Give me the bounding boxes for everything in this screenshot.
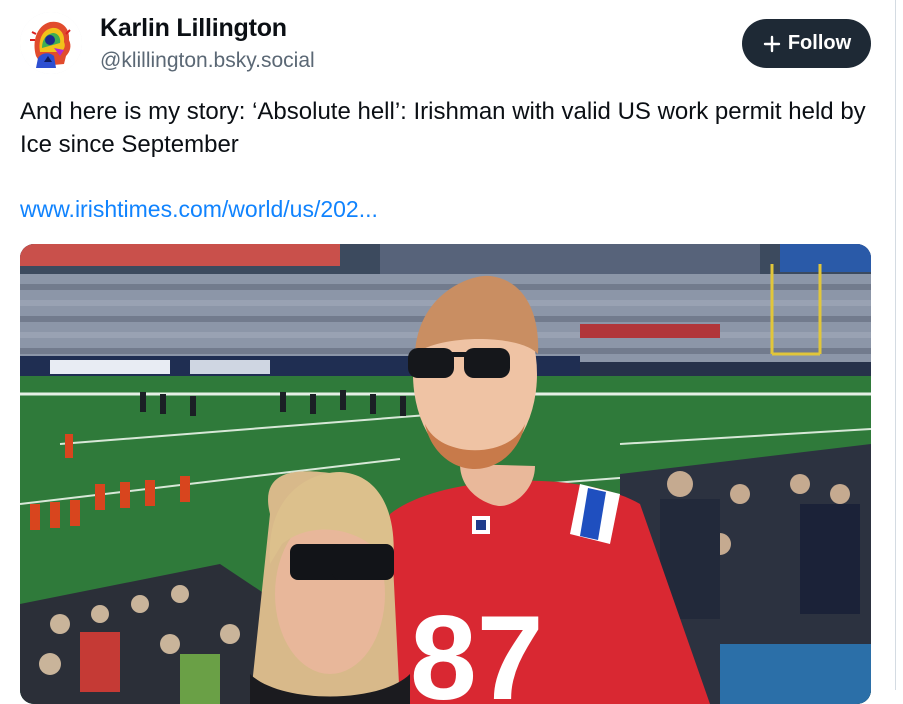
author-handle[interactable]: @klillington.bsky.social: [100, 49, 315, 73]
post-image[interactable]: 87: [20, 244, 871, 704]
follow-button[interactable]: Follow: [742, 19, 871, 68]
avatar-icon: [20, 12, 82, 74]
author-name[interactable]: Karlin Lillington: [100, 14, 287, 43]
svg-text:87: 87: [410, 591, 543, 704]
stadium-photo: 87: [20, 244, 871, 704]
divider: [895, 0, 896, 690]
follow-label: Follow: [787, 32, 852, 54]
avatar[interactable]: [20, 12, 82, 74]
post-text: And here is my story: ‘Absolute hell’: I…: [20, 98, 866, 158]
plus-icon: [762, 34, 782, 54]
post-link[interactable]: www.irishtimes.com/world/us/202...: [20, 196, 378, 223]
